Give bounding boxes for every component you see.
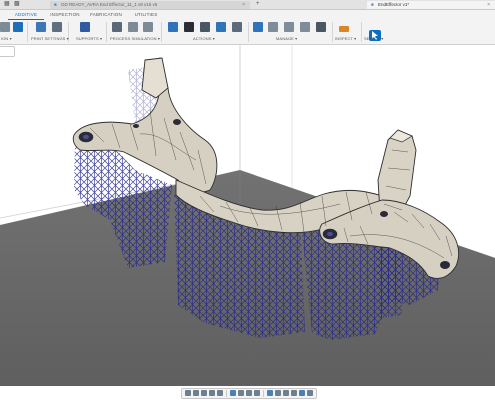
inspect-icon[interactable] <box>339 26 349 32</box>
group-label-manage[interactable]: MANAGE ▾ <box>276 36 297 41</box>
group-label-process-simulation[interactable]: PROCESS SIMULATION ▾ <box>110 36 160 41</box>
simulation-icon[interactable] <box>112 22 122 32</box>
machine-icon[interactable] <box>52 22 62 32</box>
display-settings-icon[interactable] <box>230 390 236 396</box>
more-options-icon[interactable] <box>307 390 313 396</box>
environment-icon[interactable] <box>275 390 281 396</box>
document-icon: ■ <box>54 2 57 7</box>
group-label-print-settings[interactable]: PRINT SETTINGS ▾ <box>31 36 69 41</box>
viewport-layout-icon[interactable] <box>299 390 305 396</box>
tab-fabrication[interactable]: FABRICATION <box>88 11 124 19</box>
document-tab-inactive[interactable]: ■ GD READY_AVRA End Effector_11_1 v8 v15… <box>50 1 250 9</box>
group-label-supports[interactable]: SUPPORTS ▾ <box>76 36 102 41</box>
manage-icon[interactable] <box>253 22 263 32</box>
orbit-icon[interactable] <box>185 390 191 396</box>
post-library-icon[interactable] <box>300 22 310 32</box>
post-process-icon[interactable] <box>200 22 210 32</box>
fit-icon[interactable] <box>217 390 223 396</box>
document-tab-active[interactable]: ■ EndEffector v1* × <box>367 1 495 9</box>
orient-icon[interactable] <box>13 22 23 32</box>
navigation-bar <box>181 388 317 399</box>
supports-icon[interactable] <box>80 22 90 32</box>
section-analysis-icon[interactable] <box>267 390 273 396</box>
browser-panel-toggle[interactable] <box>0 46 15 57</box>
add-tab-icon[interactable]: + <box>256 1 260 8</box>
effects-icon[interactable] <box>291 390 297 396</box>
export-icon[interactable] <box>232 22 242 32</box>
document-tab-label: GD READY_AVRA End Effector_11_1 v8 v15 v… <box>60 2 158 7</box>
simulation-setup-icon[interactable] <box>128 22 138 32</box>
actions-icon[interactable] <box>168 22 178 32</box>
app-menu-icon[interactable]: ▦ <box>4 1 10 8</box>
group-separator <box>361 22 362 42</box>
title-bar: ▦ ▩ ■ GD READY_AVRA End Effector_11_1 v8… <box>0 0 495 10</box>
close-icon[interactable]: × <box>487 1 490 9</box>
snap-icon[interactable] <box>254 390 260 396</box>
group-separator <box>248 22 249 42</box>
document-icon: ■ <box>371 2 374 7</box>
preview-icon[interactable] <box>216 22 226 32</box>
document-tab-label: EndEffector v1* <box>377 2 410 7</box>
nav-separator <box>263 390 264 397</box>
pan-icon[interactable] <box>201 390 207 396</box>
scene-render <box>0 45 495 386</box>
generate-icon[interactable] <box>184 22 194 32</box>
group-label-inspect[interactable]: INSPECT ▾ <box>335 36 356 41</box>
canvas-viewport[interactable] <box>0 45 495 386</box>
group-separator <box>332 22 333 42</box>
tab-inspection[interactable]: INSPECTION <box>48 11 82 19</box>
template-library-icon[interactable] <box>284 22 294 32</box>
group-separator <box>27 22 28 42</box>
group-separator <box>161 22 162 42</box>
simulation-results-icon[interactable] <box>143 22 153 32</box>
tab-additive[interactable]: ADDITIVE <box>8 11 44 20</box>
zoom-icon[interactable] <box>209 390 215 396</box>
group-label-creation[interactable]: ION ▾ <box>1 36 12 41</box>
close-icon[interactable]: × <box>242 1 245 9</box>
group-label-select[interactable]: SELECT ▾ <box>364 36 383 41</box>
task-manager-icon[interactable] <box>316 22 326 32</box>
ribbon-toolbar: ADDITIVE INSPECTION FABRICATION UTILITIE… <box>0 10 495 45</box>
camera-icon[interactable] <box>283 390 289 396</box>
print-settings-icon[interactable] <box>36 22 46 32</box>
nav-separator <box>226 390 227 397</box>
tab-utilities[interactable]: UTILITIES <box>132 11 160 19</box>
grid-icon[interactable] <box>246 390 252 396</box>
arrange-icon[interactable] <box>0 22 10 32</box>
group-separator <box>106 22 107 42</box>
look-at-icon[interactable] <box>193 390 199 396</box>
group-label-actions[interactable]: ACTIONS ▾ <box>193 36 215 41</box>
save-icon[interactable]: ▩ <box>14 1 20 8</box>
tool-library-icon[interactable] <box>268 22 278 32</box>
visual-style-icon[interactable] <box>238 390 244 396</box>
